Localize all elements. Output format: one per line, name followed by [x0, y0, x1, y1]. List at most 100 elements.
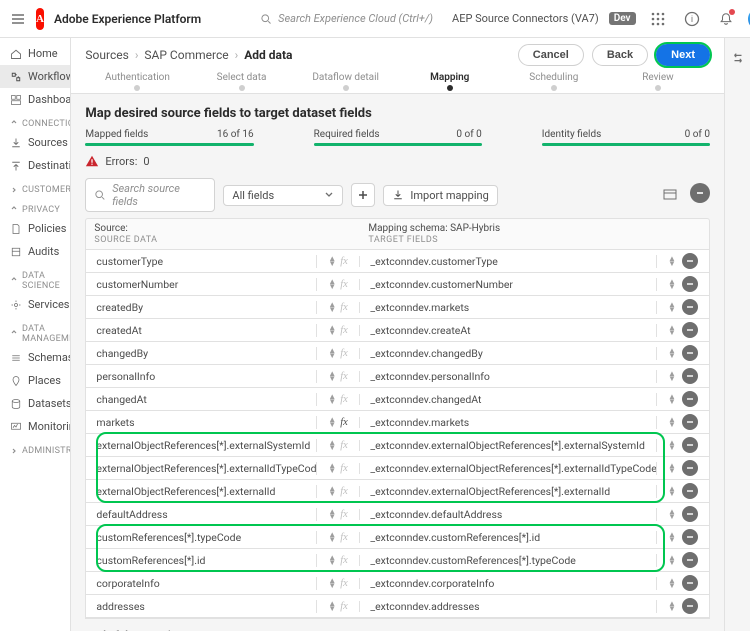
remove-row-button[interactable] — [682, 437, 698, 453]
sort-handle-icon[interactable]: ▲▼ — [328, 509, 336, 519]
source-field[interactable]: changedAt — [86, 393, 316, 406]
sort-handle-icon[interactable]: ▲▼ — [328, 348, 336, 358]
source-field[interactable]: externalObjectReferences[*].externalSyst… — [86, 439, 316, 452]
sort-handle-icon[interactable]: ▲▼ — [668, 440, 676, 450]
sort-handle-icon[interactable]: ▲▼ — [328, 417, 336, 427]
target-field[interactable]: _extconndev.externalObjectReferences[*].… — [360, 462, 657, 475]
fx-button[interactable]: fx — [340, 348, 348, 359]
fx-button[interactable]: fx — [340, 555, 348, 566]
target-field[interactable]: _extconndev.customerNumber — [360, 278, 657, 291]
delete-all-button[interactable] — [690, 183, 710, 203]
sort-handle-icon[interactable]: ▲▼ — [668, 601, 676, 611]
sort-handle-icon[interactable]: ▲▼ — [668, 371, 676, 381]
sort-handle-icon[interactable]: ▲▼ — [668, 394, 676, 404]
target-field[interactable]: _extconndev.defaultAddress — [360, 508, 657, 521]
next-button[interactable]: Next — [656, 44, 710, 66]
target-field[interactable]: _extconndev.changedBy — [360, 347, 657, 360]
filter-select[interactable]: All fields — [223, 185, 343, 206]
sort-handle-icon[interactable]: ▲▼ — [328, 394, 336, 404]
sidebar-item-destinations[interactable]: Destinations — [0, 154, 70, 177]
remove-row-button[interactable] — [682, 322, 698, 338]
sidebar-item-places[interactable]: Places — [0, 369, 70, 392]
remove-row-button[interactable] — [682, 460, 698, 476]
source-field[interactable]: corporateInfo — [86, 577, 316, 590]
help-icon[interactable]: i — [680, 7, 704, 31]
sort-handle-icon[interactable]: ▲▼ — [668, 279, 676, 289]
sort-handle-icon[interactable]: ▲▼ — [328, 371, 336, 381]
remove-row-button[interactable] — [682, 276, 698, 292]
sort-handle-icon[interactable]: ▲▼ — [328, 302, 336, 312]
sidebar-item-dashboards[interactable]: Dashboards — [0, 88, 70, 111]
breadcrumb-item[interactable]: SAP Commerce — [144, 48, 228, 62]
source-field[interactable]: customerNumber — [86, 278, 316, 291]
target-field[interactable]: _extconndev.customReferences[*].id — [360, 531, 657, 544]
source-field[interactable]: personalInfo — [86, 370, 316, 383]
sidebar-item-workflows[interactable]: Workflows — [0, 65, 70, 88]
stepper-step[interactable]: Scheduling — [502, 72, 606, 93]
sort-handle-icon[interactable]: ▲▼ — [668, 532, 676, 542]
sort-handle-icon[interactable]: ▲▼ — [328, 555, 336, 565]
sidebar-section-datamgmt[interactable]: DATA MANAGEMENT — [0, 316, 70, 346]
remove-row-button[interactable] — [682, 368, 698, 384]
remove-row-button[interactable] — [682, 506, 698, 522]
stepper-step[interactable]: Mapping — [398, 72, 502, 93]
sort-handle-icon[interactable]: ▲▼ — [328, 279, 336, 289]
remove-row-button[interactable] — [682, 391, 698, 407]
remove-row-button[interactable] — [682, 299, 698, 315]
fx-button[interactable]: fx — [340, 463, 348, 474]
fx-button[interactable]: fx — [340, 578, 348, 589]
fx-button[interactable]: fx — [340, 486, 348, 497]
sort-handle-icon[interactable]: ▲▼ — [668, 486, 676, 496]
sort-handle-icon[interactable]: ▲▼ — [668, 256, 676, 266]
sort-handle-icon[interactable]: ▲▼ — [328, 601, 336, 611]
sidebar-section-customer[interactable]: CUSTOMER — [0, 177, 70, 197]
sidebar-item-audits[interactable]: Audits — [0, 240, 70, 263]
sort-handle-icon[interactable]: ▲▼ — [328, 256, 336, 266]
search-input[interactable]: Search source fields — [85, 178, 215, 212]
source-field[interactable]: customerType — [86, 255, 316, 268]
stepper-step[interactable]: Dataflow detail — [294, 72, 398, 93]
sort-handle-icon[interactable]: ▲▼ — [668, 509, 676, 519]
target-field[interactable]: _extconndev.customReferences[*].typeCode — [360, 554, 657, 567]
sort-handle-icon[interactable]: ▲▼ — [668, 555, 676, 565]
sidebar-item-sources[interactable]: Sources — [0, 131, 70, 154]
sort-handle-icon[interactable]: ▲▼ — [668, 463, 676, 473]
fx-button[interactable]: fx — [340, 601, 348, 612]
sort-handle-icon[interactable]: ▲▼ — [668, 417, 676, 427]
fx-button[interactable]: fx — [340, 371, 348, 382]
fx-button[interactable]: fx — [340, 325, 348, 336]
sort-handle-icon[interactable]: ▲▼ — [328, 486, 336, 496]
sidebar-section-datascience[interactable]: DATA SCIENCE — [0, 263, 70, 293]
target-field[interactable]: _extconndev.markets — [360, 416, 657, 429]
preview-button[interactable] — [658, 183, 682, 207]
source-field[interactable]: createdAt — [86, 324, 316, 337]
source-field[interactable]: markets — [86, 416, 316, 429]
sidebar-item-home[interactable]: Home — [0, 42, 70, 65]
nav-toggle[interactable] — [10, 7, 26, 31]
remove-row-button[interactable] — [682, 598, 698, 614]
sort-handle-icon[interactable]: ▲▼ — [328, 578, 336, 588]
swap-layout-icon[interactable] — [726, 46, 750, 70]
stepper-step[interactable]: Authentication — [85, 72, 189, 93]
breadcrumb-item[interactable]: Sources — [85, 48, 128, 62]
apps-icon[interactable] — [646, 7, 670, 31]
target-field[interactable]: _extconndev.personalInfo — [360, 370, 657, 383]
sort-handle-icon[interactable]: ▲▼ — [668, 325, 676, 335]
add-mapping-button[interactable] — [351, 183, 375, 207]
notifications-icon[interactable] — [714, 7, 738, 31]
fx-button[interactable]: fx — [340, 302, 348, 313]
source-field[interactable]: externalObjectReferences[*].externalIdTy… — [86, 462, 316, 475]
fx-button[interactable]: fx — [340, 509, 348, 520]
source-field[interactable]: defaultAddress — [86, 508, 316, 521]
remove-row-button[interactable] — [682, 253, 698, 269]
remove-row-button[interactable] — [682, 575, 698, 591]
target-field[interactable]: _extconndev.corporateInfo — [360, 577, 657, 590]
source-field[interactable]: customReferences[*].id — [86, 554, 316, 567]
sidebar-section-privacy[interactable]: PRIVACY — [0, 197, 70, 217]
remove-row-button[interactable] — [682, 552, 698, 568]
sort-handle-icon[interactable]: ▲▼ — [668, 348, 676, 358]
target-field[interactable]: _extconndev.externalObjectReferences[*].… — [360, 439, 657, 452]
import-mapping-button[interactable]: Import mapping — [383, 185, 497, 206]
fx-button[interactable]: fx — [340, 256, 348, 267]
stepper-step[interactable]: Select data — [190, 72, 294, 93]
